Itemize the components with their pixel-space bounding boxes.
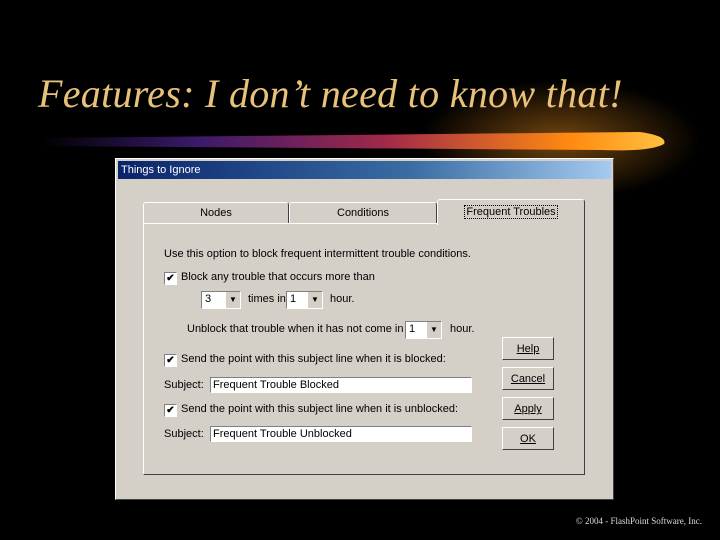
send-blocked-label: Send the point with this subject line wh… (181, 353, 446, 365)
tab-frequent-troubles[interactable]: Frequent Troubles (437, 199, 585, 225)
subject-blocked-field[interactable]: Frequent Trouble Blocked (210, 377, 472, 393)
unblock-hour-label: hour. (450, 323, 475, 335)
unblock-hours-select[interactable]: 1 ▼ (405, 321, 442, 339)
hour-label: hour. (330, 293, 355, 305)
block-trouble-label: Block any trouble that occurs more than (181, 271, 375, 283)
slide-title: Features: I don’t need to know that! (38, 71, 623, 116)
chevron-down-icon[interactable]: ▼ (426, 322, 441, 338)
send-blocked-checkbox[interactable]: ✔ (164, 354, 177, 367)
times-count-select[interactable]: 3 ▼ (201, 291, 241, 309)
tab-frequent-troubles-label: Frequent Troubles (464, 205, 558, 219)
things-to-ignore-dialog: Things to Ignore Nodes Conditions Freque… (115, 158, 614, 500)
copyright-text: © 2004 - FlashPoint Software, Inc. (575, 516, 702, 526)
send-unblocked-label: Send the point with this subject line wh… (181, 403, 458, 415)
subject-unblocked-field[interactable]: Frequent Trouble Unblocked (210, 426, 472, 442)
subject-unblocked-label: Subject: (164, 428, 204, 440)
apply-button-label: Apply (514, 403, 542, 415)
tab-conditions-label: Conditions (337, 207, 389, 219)
tab-nodes-label: Nodes (200, 207, 232, 219)
chevron-down-icon[interactable]: ▼ (307, 292, 322, 308)
tab-conditions[interactable]: Conditions (289, 202, 437, 224)
subject-blocked-label: Subject: (164, 379, 204, 391)
unblock-label: Unblock that trouble when it has not com… (187, 323, 420, 335)
apply-button[interactable]: Apply (502, 397, 554, 420)
hours-select[interactable]: 1 ▼ (286, 291, 323, 309)
unblock-hours-value: 1 (409, 323, 416, 335)
cancel-button[interactable]: Cancel (502, 367, 554, 390)
help-button[interactable]: Help (502, 337, 554, 360)
instructions-text: Use this option to block frequent interm… (164, 248, 471, 260)
cancel-button-label: Cancel (510, 373, 546, 385)
ok-button[interactable]: OK (502, 427, 554, 450)
chevron-down-icon[interactable]: ▼ (225, 292, 240, 308)
times-in-label: times in (248, 293, 286, 305)
block-trouble-checkbox[interactable]: ✔ (164, 272, 177, 285)
send-unblocked-checkbox[interactable]: ✔ (164, 404, 177, 417)
times-count-value: 3 (205, 293, 212, 305)
hours-value: 1 (290, 293, 297, 305)
dialog-title: Things to Ignore (118, 161, 611, 179)
tab-nodes[interactable]: Nodes (143, 202, 289, 224)
ok-button-label: OK (520, 433, 536, 445)
help-button-label: Help (516, 343, 540, 355)
